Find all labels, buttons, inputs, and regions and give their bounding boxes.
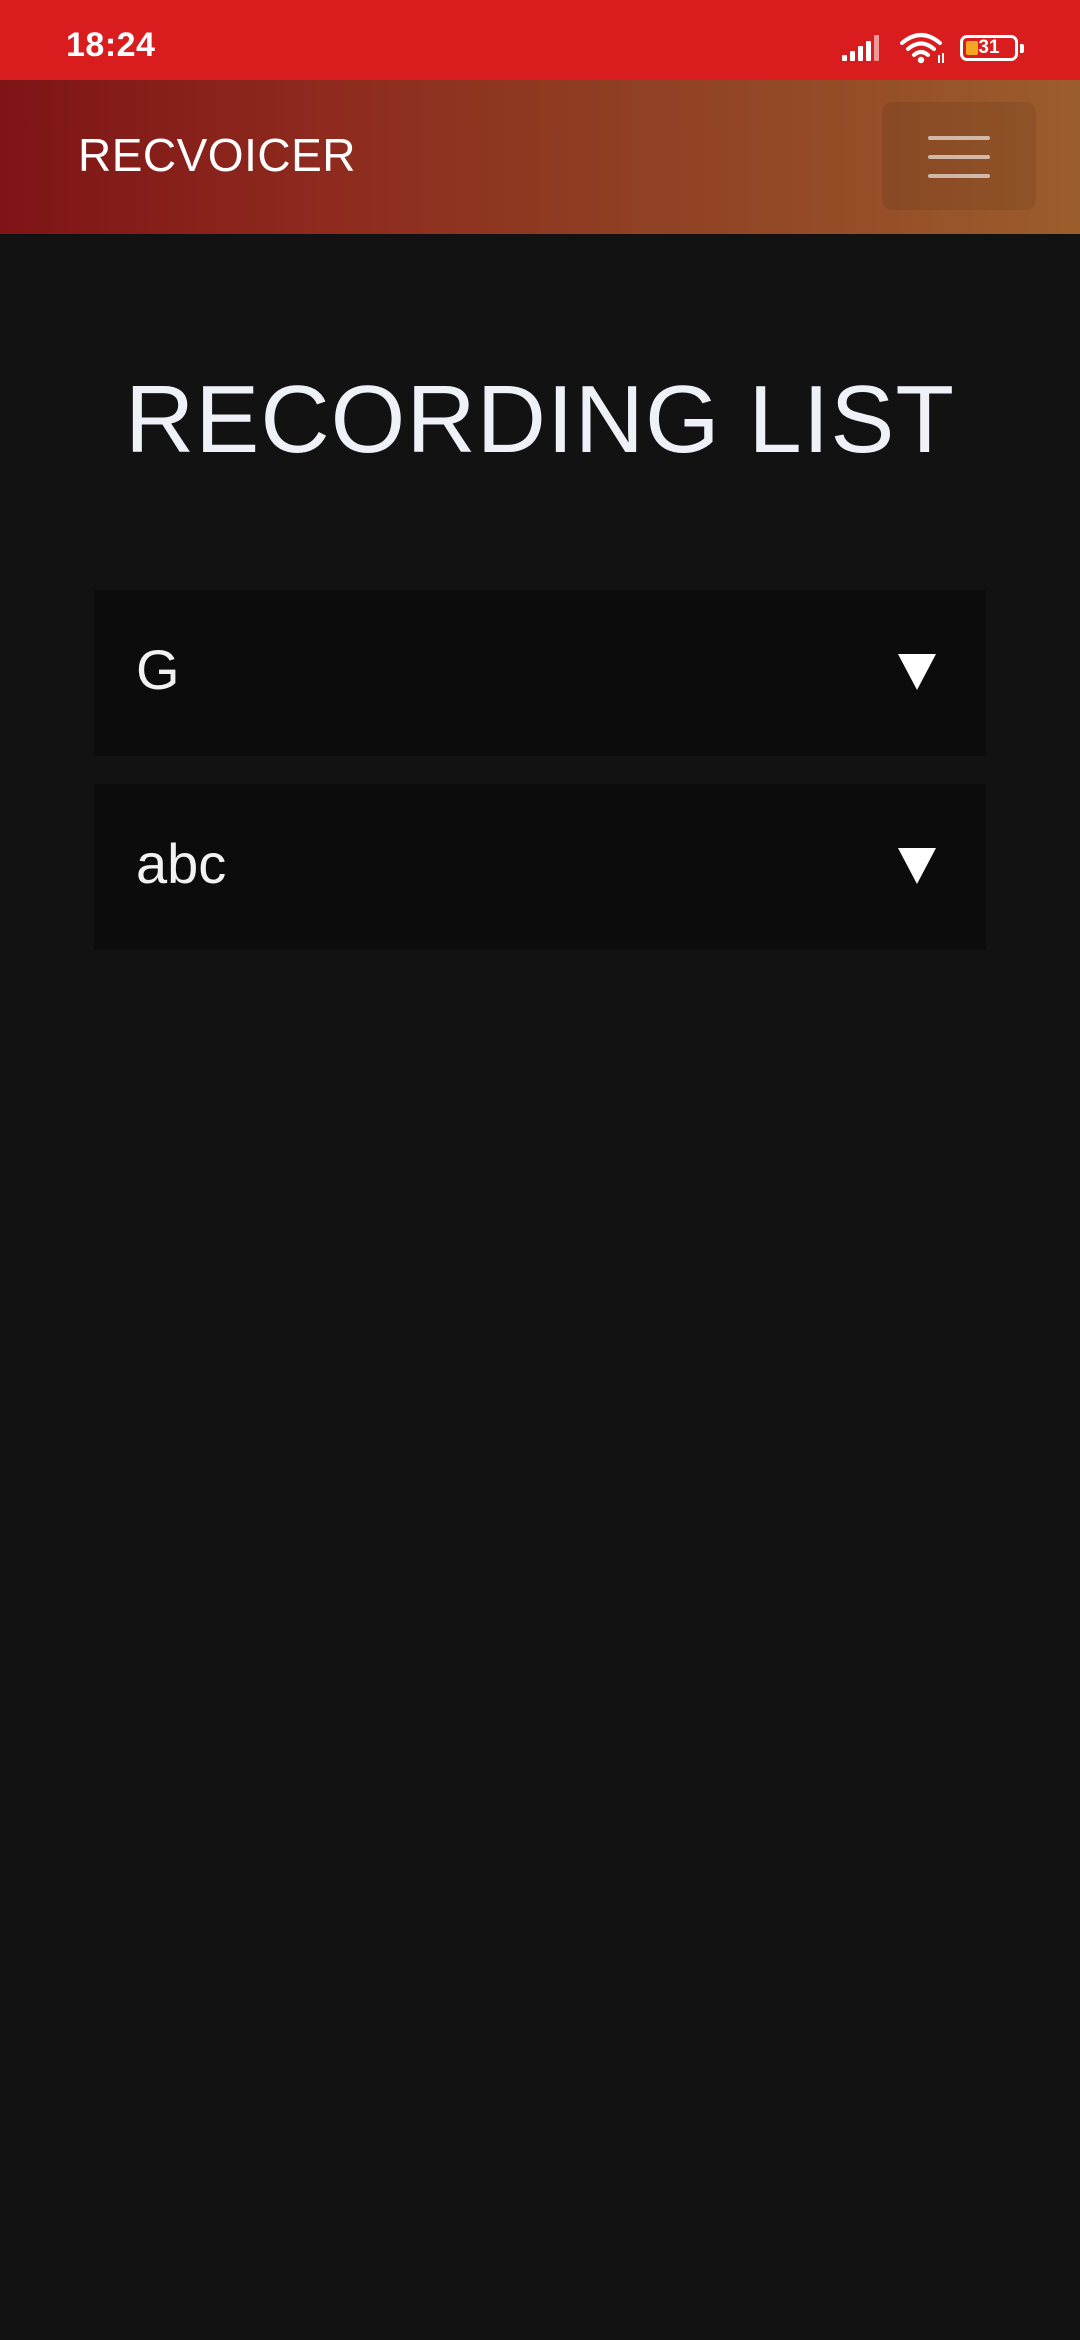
page-title: RECORDING LIST [124, 366, 956, 473]
recording-item-g[interactable]: G [94, 590, 986, 756]
battery-icon: 31 [960, 35, 1024, 61]
battery-level: 31 [978, 37, 1000, 58]
triangle-down-icon[interactable] [898, 654, 936, 690]
recording-item-abc[interactable]: abc [94, 784, 986, 950]
recording-name: abc [136, 832, 227, 895]
signal-icon [842, 35, 879, 61]
hamburger-menu-icon [928, 134, 990, 180]
menu-button[interactable] [882, 102, 1036, 210]
status-time: 18:24 [66, 26, 156, 64]
triangle-down-icon[interactable] [898, 848, 936, 884]
status-bar: 18:24 31 [0, 0, 1080, 80]
status-icons: 31 [842, 30, 1024, 66]
app-header: RECVOICER [0, 80, 1080, 234]
app-title: RECVOICER [78, 129, 356, 181]
recording-name: G [136, 638, 180, 701]
recording-list: G abc [94, 590, 986, 978]
wifi-icon [900, 33, 944, 64]
